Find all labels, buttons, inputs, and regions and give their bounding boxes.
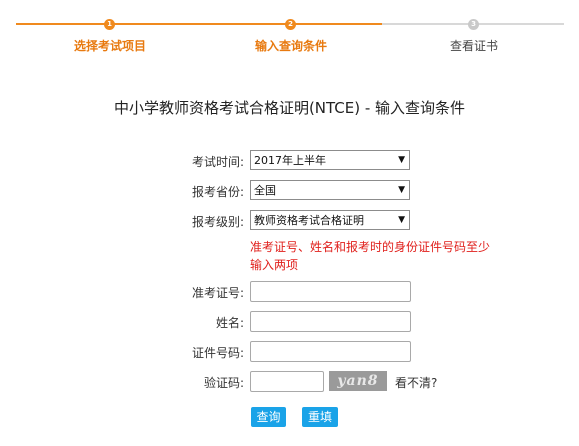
captcha-image[interactable]: yan8 [329,371,387,391]
step-2-marker: 2 [285,19,296,30]
exam-time-value: 2017年上半年 [254,154,326,167]
name-row: 姓名: [0,311,579,333]
captcha-refresh-link[interactable]: 看不清? [395,374,437,391]
step-2-label: 输入查询条件 [254,39,328,53]
ticket-no-label: 准考证号: [191,286,244,300]
id-no-label: 证件号码: [191,346,244,360]
exam-time-select[interactable]: 2017年上半年 ▼ [250,150,410,170]
dropdown-arrow-icon: ▼ [398,185,405,195]
progress-line-complete [16,23,382,25]
level-row: 报考级别: 教师资格考试合格证明 ▼ [0,210,579,232]
dropdown-arrow-icon: ▼ [398,215,405,225]
id-no-input[interactable] [250,341,411,362]
province-label: 报考省份: [191,185,244,199]
level-value: 教师资格考试合格证明 [254,214,364,227]
province-value: 全国 [254,184,276,197]
step-1-label: 选择考试项目 [73,39,147,53]
step-3-label: 查看证书 [449,39,499,53]
name-label: 姓名: [215,316,244,330]
input-hint: 准考证号、姓名和报考时的身份证件号码至少输入两项 [250,240,491,272]
step-1-marker: 1 [104,19,115,30]
province-row: 报考省份: 全国 ▼ [0,180,579,202]
page-title: 中小学教师资格考试合格证明(NTCE) - 输入查询条件 [113,99,466,117]
step-progress: 1 选择考试项目 2 输入查询条件 3 查看证书 [0,0,579,60]
exam-time-row: 考试时间: 2017年上半年 ▼ [0,150,579,172]
level-label: 报考级别: [191,215,244,229]
id-no-row: 证件号码: [0,341,579,363]
captcha-row: 验证码: yan8 看不清? [0,371,579,393]
level-select[interactable]: 教师资格考试合格证明 ▼ [250,210,410,230]
ticket-no-input[interactable] [250,281,411,302]
name-input[interactable] [250,311,411,332]
query-button[interactable]: 查询 [251,407,286,427]
dropdown-arrow-icon: ▼ [398,155,405,165]
captcha-input[interactable] [250,371,324,392]
exam-time-label: 考试时间: [191,155,244,169]
reset-button[interactable]: 重填 [302,407,338,427]
captcha-label: 验证码: [203,376,244,390]
province-select[interactable]: 全国 ▼ [250,180,410,200]
ticket-no-row: 准考证号: [0,281,579,303]
step-3-marker: 3 [468,19,479,30]
